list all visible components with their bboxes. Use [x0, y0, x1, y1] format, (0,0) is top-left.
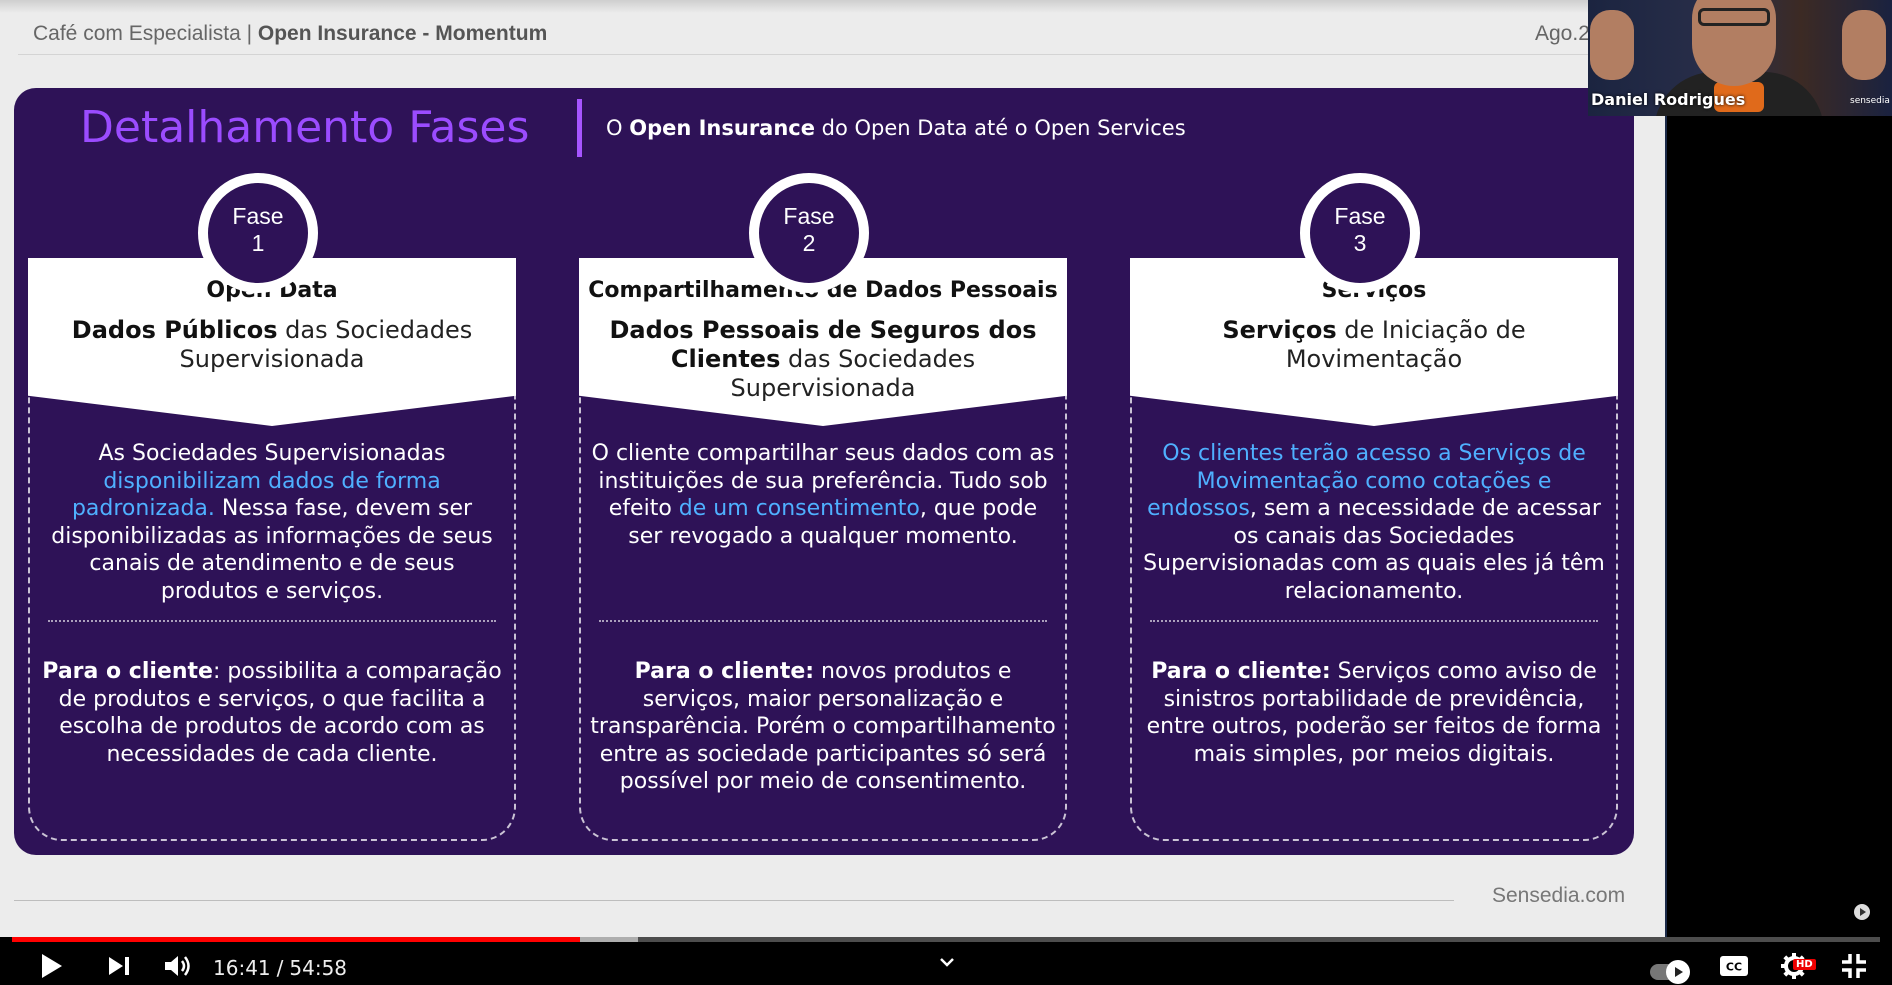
dotted-divider [599, 620, 1047, 622]
chapters-toggle[interactable] [938, 954, 956, 973]
header-date: Ago.2 [1535, 22, 1590, 45]
speaker-hand [1842, 10, 1886, 80]
exit-fullscreen-icon [1842, 954, 1866, 978]
next-button[interactable] [104, 950, 134, 982]
annotation-button[interactable] [1850, 900, 1874, 924]
phase-column-3: Serviços Serviços de Iniciação de Movime… [1116, 88, 1618, 855]
client-label: Para o cliente: [634, 659, 815, 684]
slide-header: Café com Especialista | Open Insurance -… [33, 22, 547, 46]
phase-badge: Fase 1 [198, 173, 318, 293]
phase-column-1: Open Data Dados Públicos das Sociedades … [14, 88, 516, 855]
phases-panel: Detalhamento Fases O Open Insurance do O… [14, 88, 1634, 855]
autoplay-knob[interactable] [1666, 960, 1690, 984]
current-time: 16:41 [213, 956, 271, 980]
dotted-divider [48, 620, 496, 622]
hd-badge: HD [1793, 959, 1816, 970]
phase-badge-word: Fase [783, 203, 835, 229]
phase-client-benefit: Para o cliente: Serviços como aviso de s… [1140, 658, 1608, 768]
dotted-divider [1150, 620, 1598, 622]
phase-column-2: Compartilhamento de Dados Pessoais Dados… [565, 88, 1067, 855]
progress-bar[interactable] [12, 937, 1880, 942]
phase-description: Dados Públicos das Sociedades Supervisio… [48, 316, 496, 374]
phase-badge-number: 2 [802, 230, 816, 256]
captions-icon: CC [1720, 956, 1748, 976]
phase-description-bold: Dados Públicos [71, 316, 278, 344]
phase-body-highlight: de um consentimento [678, 496, 920, 521]
phase-client-benefit: Para o cliente: novos produtos e serviço… [589, 658, 1057, 796]
time-separator: / [276, 956, 284, 980]
slide-top-shadow [0, 0, 1666, 13]
webcam-overlay: Daniel Rodrigues sensedia [1588, 0, 1892, 116]
phase-description: Dados Pessoais de Seguros dos Clientes d… [599, 316, 1047, 403]
slide: Café com Especialista | Open Insurance -… [0, 0, 1666, 937]
time-display: 16:41/54:58 [213, 956, 347, 980]
phase-badge: Fase 2 [749, 173, 869, 293]
phase-badge-word: Fase [1334, 203, 1386, 229]
phase-body-text: As Sociedades Supervisionadas [98, 441, 446, 466]
phase-badge-word: Fase [232, 203, 284, 229]
progress-played [12, 937, 580, 942]
captions-button[interactable]: CC [1716, 950, 1752, 982]
phase-badge-number: 3 [1353, 230, 1367, 256]
client-label: Para o cliente [42, 659, 213, 684]
header-event-name: Café com Especialista | [33, 22, 258, 45]
footer-brand: Sensedia.com [1492, 884, 1626, 907]
webcam-edge [1665, 116, 1667, 937]
exit-fullscreen-button[interactable] [1836, 950, 1872, 982]
client-label: Para o cliente: [1151, 659, 1331, 684]
phase-badge-number: 1 [251, 230, 265, 256]
webcam-logo: sensedia [1850, 96, 1890, 106]
phase-body: Os clientes terão acesso a Serviços de M… [1140, 440, 1608, 605]
duration: 54:58 [289, 956, 348, 980]
header-talk-title: Open Insurance - Momentum [257, 22, 548, 45]
next-icon [109, 957, 129, 975]
phase-description: Serviços de Iniciação de Movimentação [1150, 316, 1598, 374]
autoplay-play-icon [1675, 967, 1683, 977]
phase-client-benefit: Para o cliente: possibilita a comparação… [38, 658, 506, 768]
speaker-glasses [1698, 8, 1770, 26]
volume-icon [165, 956, 190, 976]
header-divider [18, 54, 1648, 55]
volume-button[interactable] [162, 950, 192, 982]
phase-badge: Fase 3 [1300, 173, 1420, 293]
phase-body: As Sociedades Supervisionadas disponibil… [38, 440, 506, 605]
phase-body: O cliente compartilhar seus dados com as… [589, 440, 1057, 550]
phase-description-bold: Serviços [1222, 316, 1337, 344]
chevron-down-icon [940, 958, 954, 967]
play-icon [42, 954, 62, 978]
footer-divider [14, 900, 1454, 901]
speaker-name: Daniel Rodrigues [1591, 90, 1746, 109]
play-circle-icon [1854, 904, 1870, 920]
play-button[interactable] [36, 950, 68, 982]
svg-text:CC: CC [1726, 961, 1742, 974]
speaker-hand [1590, 10, 1634, 80]
